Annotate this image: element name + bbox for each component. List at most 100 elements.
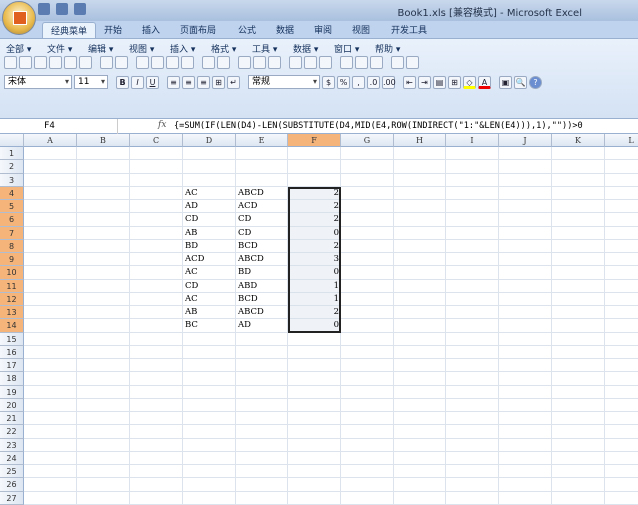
zoom-icon[interactable] bbox=[391, 56, 404, 69]
save-icon[interactable] bbox=[38, 3, 50, 15]
filter-icon[interactable] bbox=[319, 56, 332, 69]
row-header-1[interactable]: 1 bbox=[0, 147, 24, 161]
row-header-12[interactable]: 12 bbox=[0, 292, 24, 306]
row-header-15[interactable]: 15 bbox=[0, 332, 24, 346]
cell-E4[interactable]: ABCD bbox=[236, 187, 288, 200]
hyperlink-icon[interactable] bbox=[238, 56, 251, 69]
cell-F10[interactable]: 0 bbox=[288, 266, 341, 279]
row-header-14[interactable]: 14 bbox=[0, 319, 24, 333]
cell-F12[interactable]: 1 bbox=[288, 293, 341, 306]
row-header-10[interactable]: 10 bbox=[0, 266, 24, 280]
cell-D14[interactable]: BC bbox=[183, 319, 236, 332]
print-icon[interactable] bbox=[79, 56, 92, 69]
cell-D10[interactable]: AC bbox=[183, 266, 236, 279]
menu-item-8[interactable]: 窗口 ▾ bbox=[334, 42, 375, 55]
undo-icon[interactable] bbox=[202, 56, 215, 69]
italic-button[interactable]: I bbox=[131, 75, 144, 89]
row-header-25[interactable]: 25 bbox=[0, 465, 24, 479]
research-icon[interactable] bbox=[115, 56, 128, 69]
folder-icon[interactable] bbox=[406, 56, 419, 69]
currency-icon[interactable]: $ bbox=[322, 75, 335, 89]
redo-icon[interactable] bbox=[74, 3, 86, 15]
percent-button[interactable]: % bbox=[337, 75, 350, 89]
menu-item-7[interactable]: 数据 ▾ bbox=[293, 42, 334, 55]
tab-3[interactable]: 页面布局 bbox=[172, 22, 224, 38]
row-header-21[interactable]: 21 bbox=[0, 412, 24, 426]
cell-F5[interactable]: 2 bbox=[288, 200, 341, 213]
cell-F4[interactable]: 2 bbox=[288, 187, 341, 200]
tab-6[interactable]: 审阅 bbox=[306, 22, 340, 38]
borders-icon[interactable]: ⊞ bbox=[448, 75, 461, 89]
spelling-icon[interactable] bbox=[100, 56, 113, 69]
cell-F13[interactable]: 2 bbox=[288, 306, 341, 319]
tab-1[interactable]: 开始 bbox=[96, 22, 130, 38]
cell-E10[interactable]: BD bbox=[236, 266, 288, 279]
row-header-6[interactable]: 6 bbox=[0, 213, 24, 227]
cell-D12[interactable]: AC bbox=[183, 293, 236, 306]
cell-E13[interactable]: ABCD bbox=[236, 306, 288, 319]
save-icon[interactable] bbox=[34, 56, 47, 69]
office-button[interactable] bbox=[2, 1, 36, 35]
column-header-H[interactable]: H bbox=[394, 134, 446, 147]
menu-item-3[interactable]: 视图 ▾ bbox=[129, 42, 170, 55]
cell-E11[interactable]: ABD bbox=[236, 280, 288, 293]
cell-F6[interactable]: 2 bbox=[288, 213, 341, 226]
row-header-7[interactable]: 7 bbox=[0, 226, 24, 240]
number-format-select[interactable]: 常规 bbox=[248, 75, 320, 89]
decrease-decimal-icon[interactable]: .00 bbox=[382, 75, 396, 89]
align-right-icon[interactable]: ≡ bbox=[197, 75, 210, 89]
sort-desc-icon[interactable] bbox=[304, 56, 317, 69]
print-preview-icon[interactable] bbox=[64, 56, 77, 69]
column-header-F[interactable]: F bbox=[288, 134, 341, 147]
new-icon[interactable] bbox=[4, 56, 17, 69]
research-icon[interactable]: ▣ bbox=[499, 75, 512, 89]
open-icon[interactable] bbox=[19, 56, 32, 69]
select-all-button[interactable] bbox=[0, 134, 24, 147]
cell-F9[interactable]: 3 bbox=[288, 253, 341, 266]
menu-item-1[interactable]: 文件 ▾ bbox=[47, 42, 88, 55]
cell-D7[interactable]: AB bbox=[183, 227, 236, 240]
cell-F14[interactable]: 0 bbox=[288, 319, 341, 332]
column-header-K[interactable]: K bbox=[552, 134, 605, 147]
redo-icon[interactable] bbox=[217, 56, 230, 69]
drawing-icon[interactable] bbox=[355, 56, 368, 69]
column-header-J[interactable]: J bbox=[499, 134, 552, 147]
row-header-9[interactable]: 9 bbox=[0, 253, 24, 267]
cut-icon[interactable] bbox=[136, 56, 149, 69]
row-header-16[interactable]: 16 bbox=[0, 345, 24, 359]
tab-8[interactable]: 开发工具 bbox=[383, 22, 435, 38]
cell-D6[interactable]: CD bbox=[183, 213, 236, 226]
row-header-2[interactable]: 2 bbox=[0, 160, 24, 174]
tab-7[interactable]: 视图 bbox=[344, 22, 378, 38]
align-center-icon[interactable]: ≡ bbox=[182, 75, 195, 89]
cell-D9[interactable]: ACD bbox=[183, 253, 236, 266]
name-box[interactable]: F4 bbox=[0, 119, 118, 134]
row-header-18[interactable]: 18 bbox=[0, 372, 24, 386]
font-select[interactable]: 宋体 bbox=[4, 75, 72, 89]
menu-item-2[interactable]: 编辑 ▾ bbox=[88, 42, 129, 55]
row-header-3[interactable]: 3 bbox=[0, 173, 24, 187]
row-header-20[interactable]: 20 bbox=[0, 398, 24, 412]
cell-F7[interactable]: 0 bbox=[288, 227, 341, 240]
align-left-icon[interactable]: ≡ bbox=[167, 75, 180, 89]
chart-icon[interactable] bbox=[340, 56, 353, 69]
cell-E9[interactable]: ABCD bbox=[236, 253, 288, 266]
tab-4[interactable]: 公式 bbox=[230, 22, 264, 38]
cell-D8[interactable]: BD bbox=[183, 240, 236, 253]
increase-indent-icon[interactable]: ⇥ bbox=[418, 75, 431, 89]
tab-0[interactable]: 经典菜单 bbox=[42, 22, 97, 38]
font-color-icon[interactable]: A bbox=[478, 75, 491, 89]
menu-item-6[interactable]: 工具 ▾ bbox=[252, 42, 293, 55]
row-header-5[interactable]: 5 bbox=[0, 200, 24, 214]
cell-F11[interactable]: 1 bbox=[288, 280, 341, 293]
sort-asc-icon[interactable] bbox=[289, 56, 302, 69]
merge-center-icon[interactable]: ⊞ bbox=[212, 75, 225, 89]
column-header-G[interactable]: G bbox=[341, 134, 394, 147]
worksheet-grid[interactable]: A B C D E F G H I J K L 1 2 3 4 5 6 7 8 9 10 11 12 13 14 15 16 17 18 1… bbox=[0, 134, 638, 505]
fill-color-icon[interactable]: ◇ bbox=[463, 75, 476, 89]
increase-decimal-icon[interactable]: .0 bbox=[367, 75, 380, 89]
cell-D13[interactable]: AB bbox=[183, 306, 236, 319]
column-header-A[interactable]: A bbox=[24, 134, 77, 147]
cell-D5[interactable]: AD bbox=[183, 200, 236, 213]
menu-item-0[interactable]: 全部 ▾ bbox=[6, 42, 47, 55]
